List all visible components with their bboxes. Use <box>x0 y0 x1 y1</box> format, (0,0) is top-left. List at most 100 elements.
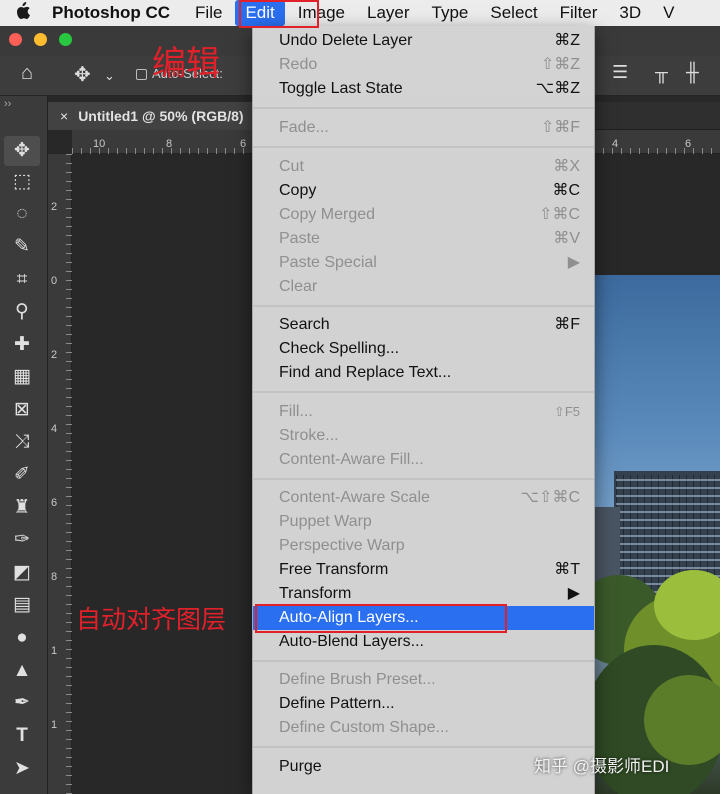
bandaid-tool-icon[interactable]: ▦ <box>4 362 40 392</box>
frame-tool-icon[interactable]: ⊠ <box>4 395 40 425</box>
menu-separator <box>253 305 594 307</box>
menu-separator <box>253 478 594 480</box>
ruler-label: 6 <box>240 138 247 150</box>
align-center-icon[interactable]: ☰ <box>612 62 628 83</box>
menu-item-label: Fill... <box>279 403 313 420</box>
document-tab[interactable]: × Untitled1 @ 50% (RGB/8) <box>48 102 258 130</box>
menu-item-label: Stroke... <box>279 427 339 444</box>
lasso-tool-icon[interactable]: ◌ <box>4 199 40 229</box>
submenu-arrow-icon: ▶ <box>567 585 580 602</box>
healing-brush-tool-icon[interactable]: ✚ <box>4 330 40 360</box>
shortcut: ⇧⌘C <box>539 206 580 223</box>
brush-tool-icon[interactable]: ✐ <box>4 460 40 490</box>
watermark: 知乎 @摄影师EDI <box>534 757 670 776</box>
ruler-label: 8 <box>166 138 173 150</box>
crop-tool-icon[interactable]: ⌗ <box>4 265 40 295</box>
home-icon[interactable]: ⌂ <box>21 62 33 85</box>
menu-item-label: Purge <box>279 758 322 775</box>
gradient-tool-icon[interactable]: ▤ <box>4 590 40 620</box>
menu-item-redo[interactable]: Redo ⇧⌘Z <box>253 53 594 77</box>
blur-tool-icon[interactable]: ● <box>4 623 40 653</box>
menu-item-fade[interactable]: Fade... ⇧⌘F <box>253 116 594 140</box>
menu-separator <box>253 146 594 148</box>
shortcut: ⇧⌘Z <box>540 56 580 73</box>
menu-item-define-pattern[interactable]: Define Pattern... <box>253 692 594 716</box>
align-top-icon[interactable]: ╥ <box>655 62 668 83</box>
menu-item-check-spelling[interactable]: Check Spelling... <box>253 337 594 361</box>
auto-align-annotation: 自动对齐图层 <box>76 606 227 634</box>
menu-separator <box>253 746 594 748</box>
pen-tool-icon[interactable]: ✒ <box>4 688 40 718</box>
menu-separator <box>253 107 594 109</box>
menu-item-stroke[interactable]: Stroke... <box>253 424 594 448</box>
ruler-label: 0 <box>51 275 58 287</box>
menu-item-copy[interactable]: Copy ⌘C <box>253 179 594 203</box>
apple-icon[interactable] <box>0 1 46 25</box>
menu-item-undo[interactable]: Undo Delete Layer ⌘Z <box>253 29 594 53</box>
menu-item-perspective-warp[interactable]: Perspective Warp <box>253 534 594 558</box>
menu-item-label: Define Brush Preset... <box>279 671 436 688</box>
menu-item-free-transform[interactable]: Free Transform ⌘T <box>253 558 594 582</box>
menu-3d[interactable]: 3D <box>608 0 652 26</box>
ruler-label: 4 <box>51 423 58 435</box>
collapse-panel-icon[interactable]: ›› <box>4 98 11 110</box>
ruler-label: 2 <box>51 349 58 361</box>
edit-menu: Undo Delete Layer ⌘Z Redo ⇧⌘Z Toggle Last … <box>252 26 595 794</box>
menu-filter[interactable]: Filter <box>549 0 609 26</box>
menu-select[interactable]: Select <box>479 0 548 26</box>
auto-select-checkbox[interactable] <box>136 69 147 80</box>
menu-item-fill[interactable]: Fill... ⇧F5 <box>253 400 594 424</box>
move-options-icon[interactable]: ✥ <box>74 62 91 87</box>
menu-item-label: Fade... <box>279 119 329 136</box>
menu-item-label: Copy <box>279 182 317 199</box>
dodge-tool-icon[interactable]: ▲ <box>4 656 40 686</box>
menu-type[interactable]: Type <box>421 0 480 26</box>
menu-item-define-custom-shape[interactable]: Define Custom Shape... <box>253 716 594 740</box>
clone-stamp-tool-icon[interactable]: ♜ <box>4 493 40 523</box>
document-tab-title: Untitled1 @ 50% (RGB/8) <box>78 108 244 124</box>
eyedropper-tool-icon[interactable]: ⚲ <box>4 297 40 327</box>
menu-item-paste[interactable]: Paste ⌘V <box>253 227 594 251</box>
menu-item-toggle-last-state[interactable]: Toggle Last State ⌥⌘Z <box>253 77 594 101</box>
menu-item-content-aware-fill[interactable]: Content-Aware Fill... <box>253 448 594 472</box>
shortcut: ⌘V <box>553 230 580 247</box>
menu-item-clear[interactable]: Clear <box>253 275 594 299</box>
menu-item-auto-blend-layers[interactable]: Auto-Blend Layers... <box>253 630 594 654</box>
align-middle-icon[interactable]: ╫ <box>686 62 699 83</box>
type-tool-icon[interactable]: T <box>4 721 40 751</box>
close-window-button[interactable] <box>9 33 22 46</box>
menu-item-copy-merged[interactable]: Copy Merged ⇧⌘C <box>253 203 594 227</box>
menu-item-search[interactable]: Search ⌘F <box>253 313 594 337</box>
close-tab-icon[interactable]: × <box>60 108 68 124</box>
eraser-tool-icon[interactable]: ◩ <box>4 558 40 588</box>
minimize-window-button[interactable] <box>34 33 47 46</box>
menu-file[interactable]: File <box>184 0 233 26</box>
shortcut: ⌘T <box>554 561 580 578</box>
menu-item-puppet-warp[interactable]: Puppet Warp <box>253 510 594 534</box>
menu-item-content-aware-scale[interactable]: Content-Aware Scale ⌥⇧⌘C <box>253 486 594 510</box>
move-tool-icon[interactable]: ✥ <box>4 136 40 166</box>
shortcut: ⌥⇧⌘C <box>520 489 580 506</box>
menu-item-transform[interactable]: Transform ▶ <box>253 582 594 606</box>
menu-item-paste-special[interactable]: Paste Special ▶ <box>253 251 594 275</box>
marquee-tool-icon[interactable]: ⬚ <box>4 167 40 197</box>
content-aware-move-tool-icon[interactable]: ⤨ <box>4 427 40 457</box>
menu-separator <box>253 391 594 393</box>
quick-selection-tool-icon[interactable]: ✎ <box>4 232 40 262</box>
menu-item-find-replace[interactable]: Find and Replace Text... <box>253 361 594 385</box>
menu-item-label: Paste Special <box>279 254 377 271</box>
chevron-down-icon[interactable]: ⌄ <box>104 68 115 84</box>
menu-item-cut[interactable]: Cut ⌘X <box>253 155 594 179</box>
menu-item-define-brush-preset[interactable]: Define Brush Preset... <box>253 668 594 692</box>
menu-item-label: Copy Merged <box>279 206 376 223</box>
menu-item-label: Redo <box>279 56 318 73</box>
ruler-label: 6 <box>685 138 692 150</box>
maximize-window-button[interactable] <box>59 33 72 46</box>
menu-app-name[interactable]: Photoshop CC <box>46 0 184 26</box>
shortcut: ⌘F <box>554 316 580 333</box>
menu-view[interactable]: V <box>652 0 685 26</box>
ruler-label: 4 <box>612 138 619 150</box>
history-brush-tool-icon[interactable]: ✑ <box>4 525 40 555</box>
path-selection-tool-icon[interactable]: ➤ <box>4 754 40 784</box>
menu-layer[interactable]: Layer <box>356 0 421 26</box>
